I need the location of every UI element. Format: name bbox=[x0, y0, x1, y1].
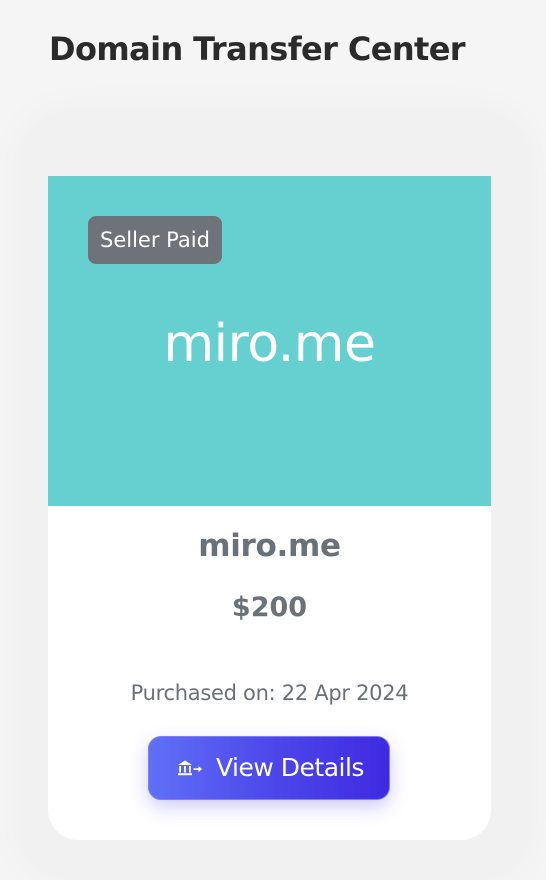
purchase-date-value: 22 Apr 2024 bbox=[281, 681, 409, 705]
status-badge: Seller Paid bbox=[88, 216, 222, 264]
purchase-date-label: Purchased on: bbox=[130, 681, 276, 705]
banner-domain-name: miro.me bbox=[163, 314, 376, 374]
domain-card: Seller Paid miro.me miro.me $200 Purchas… bbox=[48, 176, 491, 840]
page-title: Domain Transfer Center bbox=[49, 30, 466, 68]
view-details-label: View Details bbox=[216, 753, 364, 782]
bank-transfer-icon bbox=[178, 760, 202, 776]
purchase-date: Purchased on: 22 Apr 2024 bbox=[48, 678, 491, 708]
view-details-button[interactable]: View Details bbox=[148, 736, 390, 800]
domain-name: miro.me bbox=[198, 528, 341, 564]
domain-price: $200 bbox=[231, 592, 308, 623]
domain-banner: Seller Paid miro.me bbox=[48, 176, 491, 506]
